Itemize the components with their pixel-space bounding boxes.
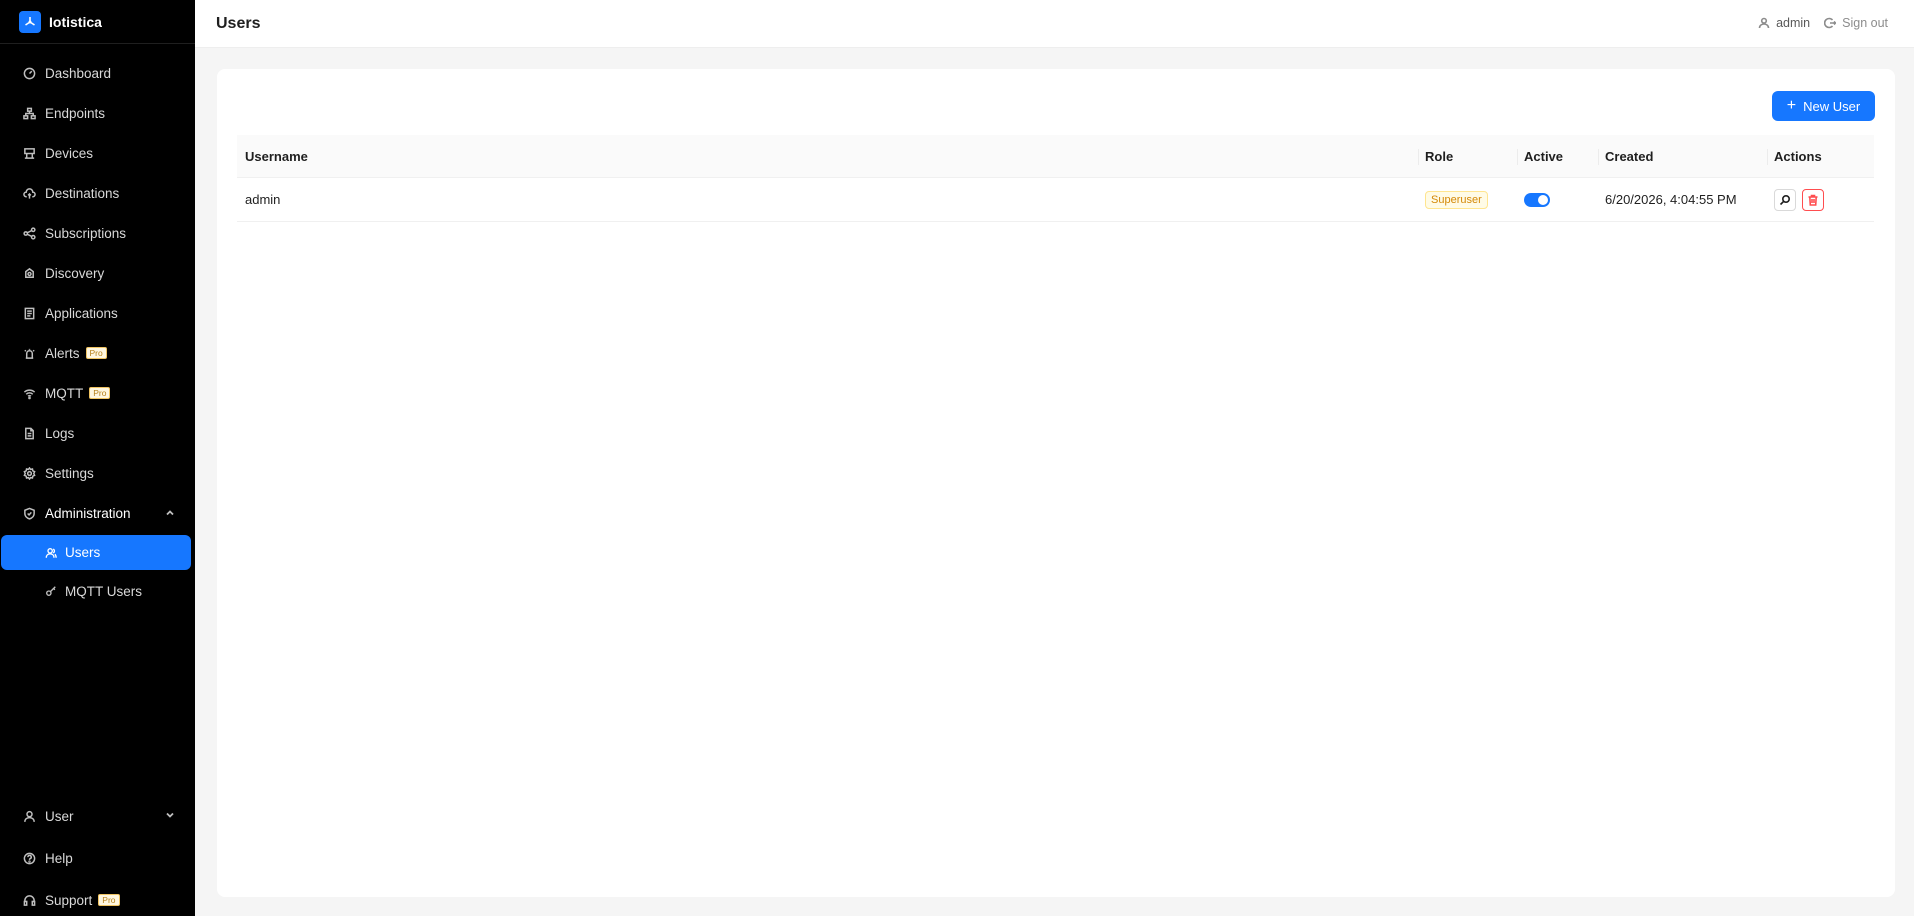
header-username[interactable]: admin [1776,16,1810,30]
sidebar-item-label: Endpoints [45,105,106,121]
sign-out-button[interactable]: Sign out [1824,16,1888,30]
sidebar-item-alerts[interactable]: Alerts Pro [0,333,195,373]
sidebar-item-applications[interactable]: Applications [0,293,195,333]
column-header-active[interactable]: Active [1516,135,1563,177]
header-user-area: admin Sign out [1758,16,1888,30]
sidebar-item-support[interactable]: Support Pro [0,879,195,916]
key-icon [44,584,58,598]
sidebar-item-label: Discovery [45,265,105,281]
cell-role: Superuser [1425,178,1488,221]
table-row: admin Superuser 6/20/2026, 4:04:55 PM [237,178,1874,222]
dashboard-icon [22,66,36,80]
app-logo-icon [19,10,41,33]
trash-icon [1808,194,1818,206]
file-icon [22,426,36,440]
alarm-icon [22,346,36,360]
search-icon [1779,194,1791,205]
role-badge: Superuser [1425,190,1488,209]
shield-icon [22,506,36,520]
column-header-actions: Actions [1767,135,1822,177]
logout-icon [1824,17,1837,29]
share-icon [22,226,36,240]
cell-username: admin [245,192,281,207]
sidebar-item-label: Devices [45,145,94,161]
cloud-upload-icon [22,186,36,200]
sidebar-item-subscriptions[interactable]: Subscriptions [0,213,195,253]
sidebar-item-label: Subscriptions [45,225,127,241]
cell-actions [1774,178,1824,221]
sidebar-item-endpoints[interactable]: Endpoints [0,93,195,133]
sidebar-item-destinations[interactable]: Destinations [0,173,195,213]
new-user-button[interactable]: + New User [1772,91,1875,121]
sidebar-nav: Dashboard Endpoints Devices Destinations… [0,53,195,611]
sidebar-bottom: User Help Support Pro [0,795,195,916]
chevron-down-icon [165,808,175,818]
view-user-button[interactable] [1774,188,1796,211]
sidebar-item-discovery[interactable]: Discovery [0,253,195,293]
devices-icon [22,146,36,160]
sidebar-item-label: Settings [45,465,94,481]
sidebar-item-logs[interactable]: Logs [0,413,195,453]
app-name: Iotistica [49,13,102,30]
brand[interactable]: Iotistica [0,0,195,44]
new-user-label: New User [1803,98,1861,114]
pro-badge: Pro [85,347,107,359]
user-icon [1758,17,1770,29]
delete-user-button[interactable] [1802,188,1824,211]
sidebar-item-users[interactable]: Users [1,535,191,570]
sidebar-item-label: Logs [45,425,75,441]
sidebar-item-help[interactable]: Help [0,837,195,879]
sidebar-item-administration[interactable]: Administration [0,493,195,533]
pro-badge: Pro [89,387,111,399]
sidebar-item-dashboard[interactable]: Dashboard [0,53,195,93]
sidebar-item-label: MQTT Users [65,583,142,599]
top-header: Users admin Sign out [195,0,1914,48]
applications-icon [22,306,36,320]
sidebar-item-label: Alerts [45,345,80,361]
sidebar-item-label: Dashboard [45,65,112,81]
sidebar-item-label: Support [45,892,93,908]
sidebar-item-label: Destinations [45,185,120,201]
sidebar-item-label: User [45,808,74,824]
sidebar-item-mqtt-users[interactable]: MQTT Users [0,572,195,610]
wifi-icon [22,386,36,400]
users-icon [44,546,58,560]
plus-icon: + [1786,97,1797,114]
cell-created: 6/20/2026, 4:04:55 PM [1605,192,1737,207]
sidebar-item-label: Applications [45,305,118,321]
cell-active [1524,178,1550,221]
user-icon [22,809,36,823]
sign-out-label: Sign out [1842,16,1888,30]
column-header-created[interactable]: Created [1597,135,1653,177]
sidebar-item-user[interactable]: User [0,795,195,837]
pro-badge: Pro [98,894,120,906]
sidebar-item-settings[interactable]: Settings [0,453,195,493]
sidebar-item-label: Help [45,850,73,866]
page-title: Users [216,14,261,32]
column-header-role[interactable]: Role [1417,135,1453,177]
sidebar-item-label: MQTT [45,385,84,401]
active-toggle[interactable] [1524,192,1550,207]
sidebar: Iotistica Dashboard Endpoints Devices De… [0,0,195,916]
sidebar-item-label: Administration [45,505,131,521]
headset-icon [22,893,36,907]
users-card: + New User Username Role Active Created … [217,69,1895,897]
sidebar-item-devices[interactable]: Devices [0,133,195,173]
sidebar-item-label: Users [65,545,101,560]
chevron-up-icon [165,506,175,516]
endpoints-icon [22,106,36,120]
help-icon [22,851,36,865]
table-header: Username Role Active Created Actions [237,135,1874,178]
gear-icon [22,466,36,480]
column-header-username[interactable]: Username [245,135,308,177]
sidebar-item-mqtt[interactable]: MQTT Pro [0,373,195,413]
users-table: Username Role Active Created Actions adm… [237,135,1874,222]
discovery-icon [22,266,36,280]
